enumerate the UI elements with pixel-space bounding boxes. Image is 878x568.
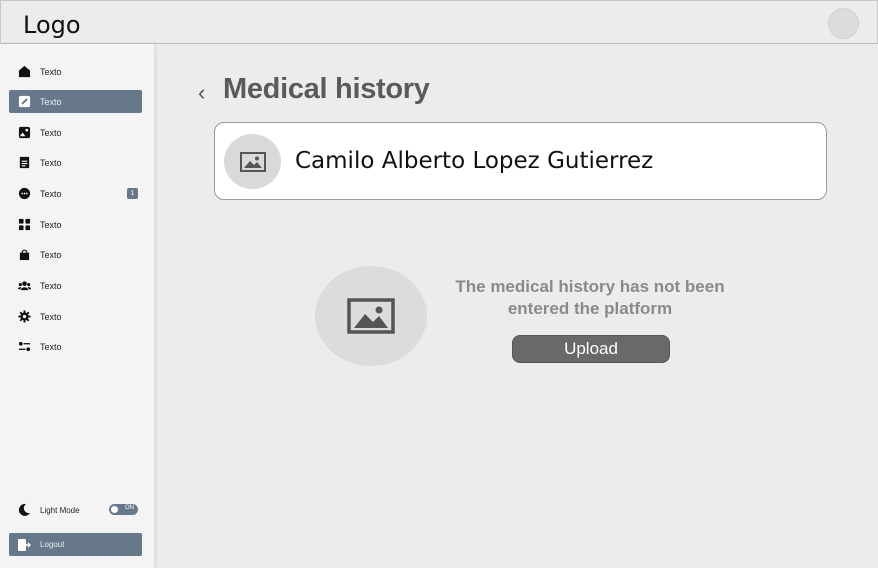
document-icon	[17, 156, 31, 170]
toggle-label: ON	[125, 505, 134, 511]
image-placeholder-icon	[239, 151, 266, 172]
sidebar-item-chat[interactable]: Texto 1	[9, 182, 142, 205]
sidebar-item-label: Texto	[40, 219, 62, 230]
avatar[interactable]	[828, 8, 859, 39]
sidebar-item-label: Texto	[40, 66, 62, 77]
sidebar-item-edit[interactable]: Texto	[9, 90, 142, 113]
logo[interactable]: Logo	[23, 11, 81, 39]
sidebar-item-document[interactable]: Texto	[9, 151, 142, 174]
sidebar-item-label: Texto	[40, 311, 62, 322]
sliders-icon	[17, 340, 31, 354]
empty-state-image	[315, 266, 427, 366]
empty-state-message: The medical history has not been entered…	[455, 277, 725, 318]
logout-icon	[17, 538, 31, 552]
sidebar-item-grid[interactable]: Texto	[9, 213, 142, 236]
sidebar-item-label: Texto	[40, 157, 62, 168]
image-placeholder-icon	[347, 298, 395, 334]
upload-button[interactable]: Upload	[512, 335, 670, 363]
edit-icon	[17, 95, 31, 109]
gear-icon	[17, 310, 31, 324]
sidebar-item-sliders[interactable]: Texto	[9, 335, 142, 358]
logout-label: Logout	[40, 540, 65, 549]
light-mode-label: Light Mode	[40, 505, 80, 515]
patient-card: Camilo Alberto Lopez Gutierrez	[214, 122, 827, 200]
sidebar-item-label: Texto	[40, 249, 62, 260]
grid-icon	[17, 218, 31, 232]
sidebar-item-label: Texto	[40, 280, 62, 291]
sidebar-item-bag[interactable]: Texto	[9, 243, 142, 266]
patient-photo	[224, 134, 281, 189]
light-mode-row: Light Mode ON	[9, 499, 142, 521]
top-bar: Logo	[0, 0, 878, 44]
home-icon	[17, 65, 31, 79]
sidebar-item-settings[interactable]: Texto	[9, 305, 142, 328]
moon-icon	[17, 503, 31, 517]
logout-button[interactable]: Logout	[9, 533, 142, 556]
patient-name: Camilo Alberto Lopez Gutierrez	[295, 148, 654, 174]
page-title: Medical history	[223, 73, 430, 105]
chat-icon	[17, 187, 31, 201]
sidebar-item-home[interactable]: Texto	[9, 60, 142, 83]
bag-icon	[17, 248, 31, 262]
light-mode-toggle[interactable]: ON	[109, 504, 138, 515]
sidebar-item-label: Texto	[40, 341, 62, 352]
sidebar-item-label: Texto	[40, 96, 62, 107]
sidebar-item-label: Texto	[40, 188, 62, 199]
users-icon	[17, 279, 31, 293]
notification-badge: 1	[127, 188, 138, 199]
sidebar-item-label: Texto	[40, 127, 62, 138]
sidebar-item-users[interactable]: Texto	[9, 274, 142, 297]
back-button[interactable]: ‹	[198, 80, 205, 106]
photo-icon	[17, 126, 31, 140]
toggle-knob	[111, 506, 118, 513]
sidebar-item-photo[interactable]: Texto	[9, 121, 142, 144]
sidebar: Texto Texto Texto Texto Texto 1 Texto Te…	[0, 44, 154, 568]
